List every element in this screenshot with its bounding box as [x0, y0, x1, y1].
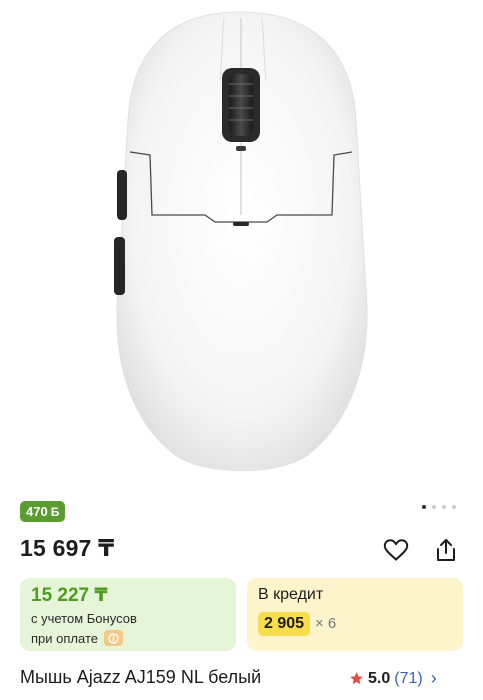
bonus-badge-symbol: Б — [50, 504, 60, 519]
product-image[interactable] — [0, 0, 483, 492]
bonus-price: 15 227 ₸ — [31, 585, 108, 606]
share-icon — [437, 539, 455, 561]
rating-score: 5.0 — [368, 669, 391, 687]
credit-multiplier: × 6 — [315, 615, 337, 632]
gallery-dot[interactable] — [432, 505, 436, 509]
product-title: Мышь Ajazz AJ159 NL белый — [20, 667, 262, 687]
product-rating[interactable]: 5.0 (71) › — [349, 668, 437, 689]
bonus-badge: 470 Б — [20, 501, 66, 522]
share-button[interactable] — [431, 535, 461, 565]
product-price: 15 697 ₸ — [20, 535, 115, 561]
bonus-payment-label: при оплате — [31, 630, 98, 646]
gallery-dot[interactable] — [442, 505, 446, 509]
chevron-right-icon[interactable]: › — [431, 668, 437, 689]
bonus-note: с учетом Бонусов — [31, 611, 137, 626]
credit-monthly-amount: 2 905 — [258, 612, 311, 636]
mouse-illustration — [114, 11, 368, 472]
payment-icon — [103, 630, 123, 646]
bonus-price-card[interactable]: 15 227 ₸ с учетом Бонусов при оплате — [20, 578, 236, 651]
credit-title: В кредит — [258, 586, 324, 603]
credit-card[interactable]: В кредит 2 905 × 6 — [247, 578, 463, 651]
favorite-button[interactable] — [381, 535, 411, 565]
bonus-payment-note: при оплате — [31, 630, 123, 646]
gallery-dot[interactable] — [422, 505, 426, 509]
heart-icon — [383, 539, 409, 561]
gallery-pagination — [422, 505, 456, 509]
gallery-dot[interactable] — [452, 505, 456, 509]
star-icon — [350, 672, 363, 685]
review-count[interactable]: (71) — [394, 670, 422, 688]
bonus-badge-value: 470 — [26, 504, 48, 519]
